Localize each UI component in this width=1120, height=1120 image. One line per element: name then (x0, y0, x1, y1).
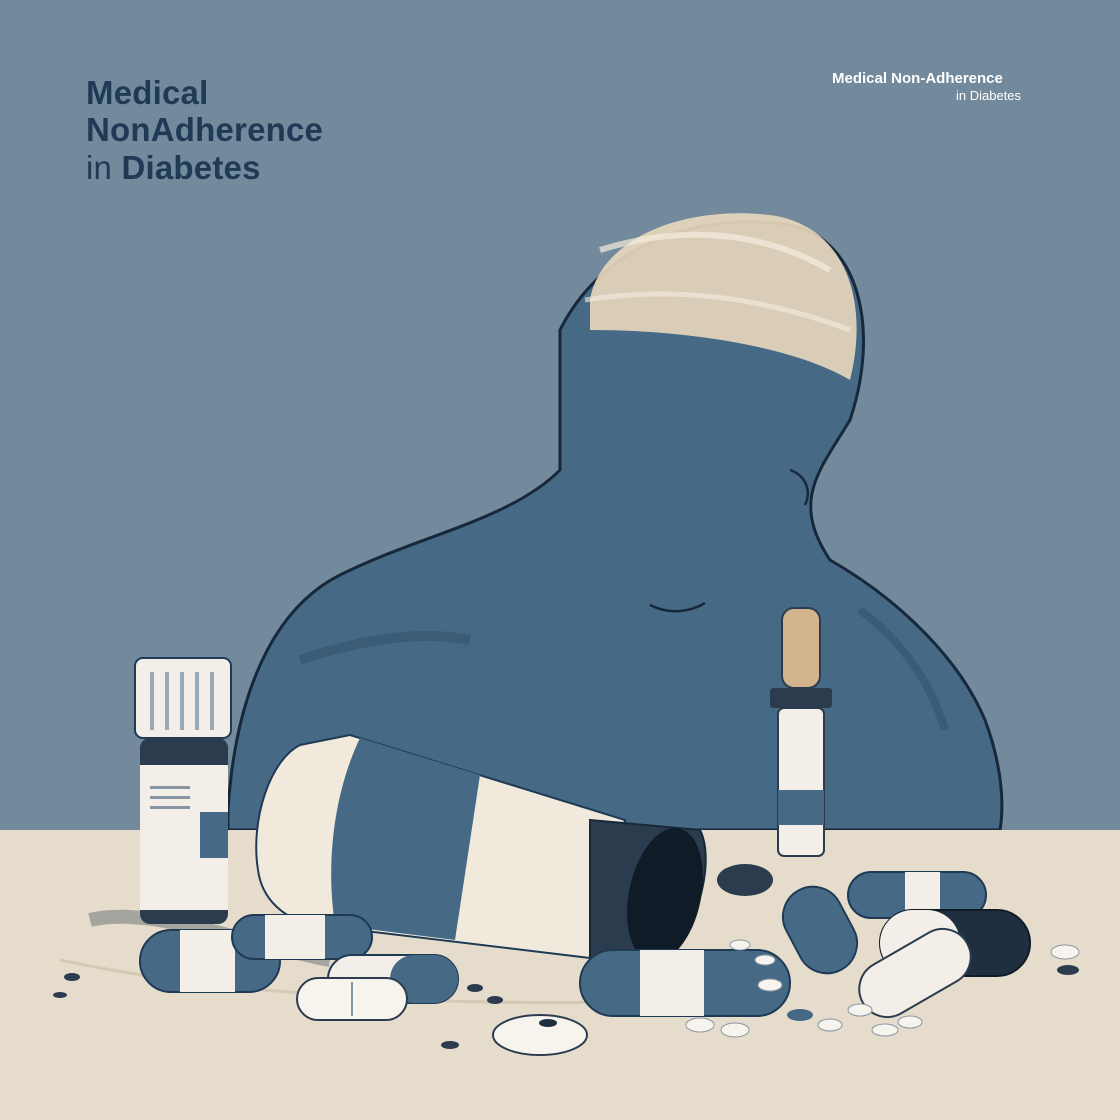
title-line-2: NonAdherence (86, 111, 324, 149)
cap-ridge (210, 672, 214, 730)
title-line-3-main: Diabetes (121, 148, 261, 186)
poster-canvas: Medical NonAdherence in Diabetes Medical… (0, 0, 1120, 1120)
vial-label (778, 790, 824, 825)
cap-ridge (165, 672, 169, 730)
vial-body (777, 707, 825, 857)
dropper-collar (770, 688, 832, 708)
poster-title: Medical NonAdherence in Diabetes (86, 74, 446, 186)
dropper-bulb (781, 607, 821, 689)
corner-caption-line-2: in Diabetes (956, 88, 1022, 103)
tablet-icon (717, 864, 773, 896)
cap-ridge (150, 672, 154, 730)
tablet-icon (296, 977, 408, 1021)
label-line (150, 796, 190, 799)
label-band (200, 812, 228, 858)
tablet-mark (539, 1019, 557, 1027)
title-line-3: in Diabetes (86, 149, 446, 186)
pill-bottle-icon (134, 657, 232, 924)
bottle-band (331, 738, 480, 940)
capsule-icon (231, 914, 373, 960)
label-line (150, 786, 190, 789)
label-line (150, 806, 190, 809)
tablet-icon (492, 1014, 588, 1056)
corner-caption-line-1: Medical Non-Adherence (832, 70, 1003, 87)
cap-ridge (195, 672, 199, 730)
title-line-3-prefix: in (86, 148, 113, 186)
corner-caption: Medical Non-Adherence in Diabetes (832, 70, 1062, 103)
title-line-1: Medical (86, 74, 209, 111)
cap-ridge (180, 672, 184, 730)
